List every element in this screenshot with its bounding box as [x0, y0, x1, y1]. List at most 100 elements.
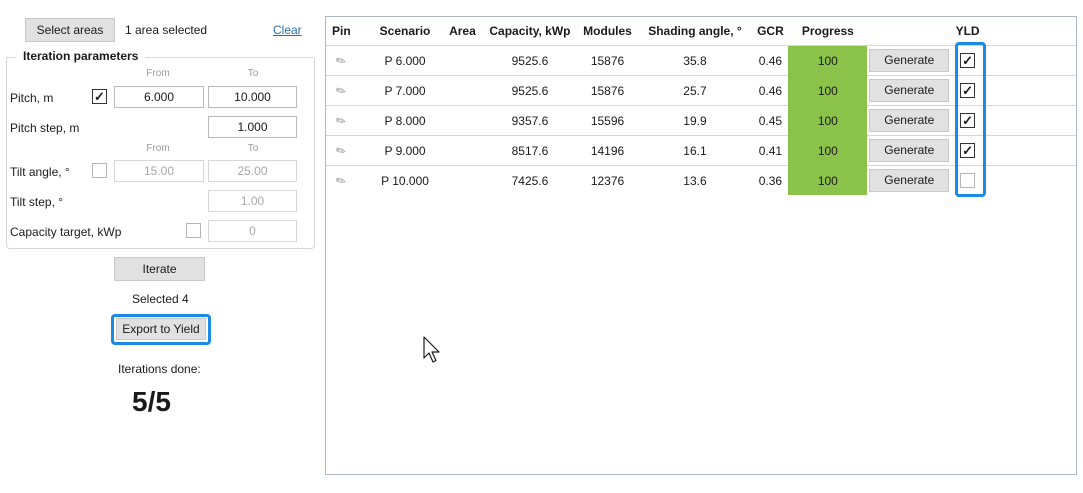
scenario-cell: P 8.000 [367, 105, 443, 136]
generate-cell: Generate [867, 75, 952, 106]
column-header-scenario[interactable]: Scenario [367, 17, 442, 46]
modules-cell: 14196 [577, 135, 638, 166]
generate-button[interactable]: Generate [869, 49, 950, 72]
scenario-cell: P 9.000 [367, 135, 443, 166]
generate-cell: Generate [867, 45, 952, 76]
generate-cell: Generate [867, 165, 952, 195]
shading-angle-cell: 35.8 [637, 45, 753, 76]
pin-cell[interactable]: ✎ [326, 165, 368, 195]
modules-cell: 15876 [577, 45, 638, 76]
pitch-from-input[interactable]: 6.000 [114, 86, 204, 108]
pitch-step-label: Pitch step, m [10, 121, 80, 135]
progress-cell: 100 [788, 135, 868, 166]
pin-icon[interactable]: ✎ [333, 112, 349, 129]
tilt-step-input[interactable]: 1.00 [208, 190, 297, 212]
progress-cell: 100 [788, 105, 868, 136]
filler-cell [983, 165, 1076, 195]
scenario-cell: P 6.000 [367, 45, 443, 76]
generate-button[interactable]: Generate [869, 139, 950, 162]
gcr-cell: 0.41 [752, 135, 789, 166]
to-header: To [247, 143, 259, 154]
column-header-generate [867, 17, 951, 46]
iterate-button[interactable]: Iterate [114, 257, 205, 281]
shading-angle-cell: 19.9 [637, 105, 753, 136]
yld-column-highlight [955, 42, 986, 197]
pin-icon[interactable]: ✎ [333, 172, 349, 189]
column-header-filler [984, 17, 1076, 46]
column-header-gcr[interactable]: GCR [753, 17, 789, 46]
modules-cell: 15876 [577, 75, 638, 106]
area-cell [442, 75, 483, 106]
select-areas-button[interactable]: Select areas [25, 18, 115, 42]
tilt-step-label: Tilt step, ° [10, 195, 64, 209]
capacity-cell: 8517.6 [482, 135, 578, 166]
gcr-cell: 0.45 [752, 105, 789, 136]
column-header-capacity[interactable]: Capacity, kWp [482, 17, 578, 46]
filler-cell [983, 45, 1076, 76]
tilt-from-input[interactable]: 15.00 [114, 160, 204, 182]
shading-angle-cell: 16.1 [637, 135, 753, 166]
area-cell [442, 135, 483, 166]
generate-button[interactable]: Generate [869, 79, 950, 102]
capacity-cell: 9525.6 [482, 45, 578, 76]
shading-angle-cell: 13.6 [637, 165, 753, 195]
group-border [6, 57, 16, 58]
progress-cell: 100 [788, 75, 868, 106]
area-status-text: 1 area selected [125, 23, 208, 37]
column-header-shading-angle[interactable]: Shading angle, ° [637, 17, 752, 46]
modules-cell: 15596 [577, 105, 638, 136]
capacity-target-input[interactable]: 0 [208, 220, 297, 242]
iterations-done-value: 5/5 [132, 386, 171, 417]
pin-icon[interactable]: ✎ [333, 142, 349, 159]
capacity-cell: 9525.6 [482, 75, 578, 106]
group-border [145, 57, 313, 58]
shading-angle-cell: 25.7 [637, 75, 753, 106]
generate-button[interactable]: Generate [869, 109, 950, 132]
generate-cell: Generate [867, 105, 952, 136]
pitch-label: Pitch, m [10, 91, 54, 105]
pitch-step-input[interactable]: 1.000 [208, 116, 297, 138]
tilt-checkbox[interactable] [92, 163, 107, 178]
capacity-target-checkbox[interactable] [186, 223, 201, 238]
scenario-cell: P 7.000 [367, 75, 443, 106]
capacity-cell: 7425.6 [482, 165, 578, 195]
column-header-modules[interactable]: Modules [578, 17, 638, 46]
generate-cell: Generate [867, 135, 952, 166]
capacity-cell: 9357.6 [482, 105, 578, 136]
scenario-cell: P 10.000 [367, 165, 443, 195]
pitch-to-input[interactable]: 10.000 [208, 86, 297, 108]
pin-cell[interactable]: ✎ [326, 135, 368, 166]
area-cell [442, 105, 483, 136]
filler-cell [983, 135, 1076, 166]
pin-cell[interactable]: ✎ [326, 105, 368, 136]
pitch-checkbox[interactable]: ✓ [92, 89, 107, 104]
column-header-area[interactable]: Area [443, 17, 483, 46]
modules-cell: 12376 [577, 165, 638, 195]
gcr-cell: 0.46 [752, 75, 789, 106]
progress-cell: 100 [788, 45, 868, 76]
tilt-angle-label: Tilt angle, ° [10, 165, 70, 179]
mouse-pointer-icon [423, 336, 440, 363]
tilt-to-input[interactable]: 25.00 [208, 160, 297, 182]
pin-cell[interactable]: ✎ [326, 75, 368, 106]
filler-cell [983, 105, 1076, 136]
from-header: From [146, 68, 170, 79]
progress-cell: 100 [788, 165, 868, 195]
generate-button[interactable]: Generate [869, 169, 950, 192]
area-cell [442, 165, 483, 195]
iteration-parameters-title: Iteration parameters [23, 49, 139, 63]
area-cell [442, 45, 483, 76]
clear-link[interactable]: Clear [273, 23, 302, 37]
iterations-done-label: Iterations done: [118, 362, 201, 376]
column-header-progress[interactable]: Progress [788, 17, 867, 46]
selected-count-text: Selected 4 [132, 292, 189, 306]
export-highlight [111, 314, 211, 345]
filler-cell [983, 75, 1076, 106]
pin-cell[interactable]: ✎ [326, 45, 368, 76]
pin-icon[interactable]: ✎ [333, 52, 349, 69]
gcr-cell: 0.46 [752, 45, 789, 76]
capacity-target-label: Capacity target, kWp [10, 225, 122, 239]
to-header: To [247, 68, 259, 79]
pin-icon[interactable]: ✎ [333, 82, 349, 99]
column-header-pin[interactable]: Pin [326, 17, 367, 46]
